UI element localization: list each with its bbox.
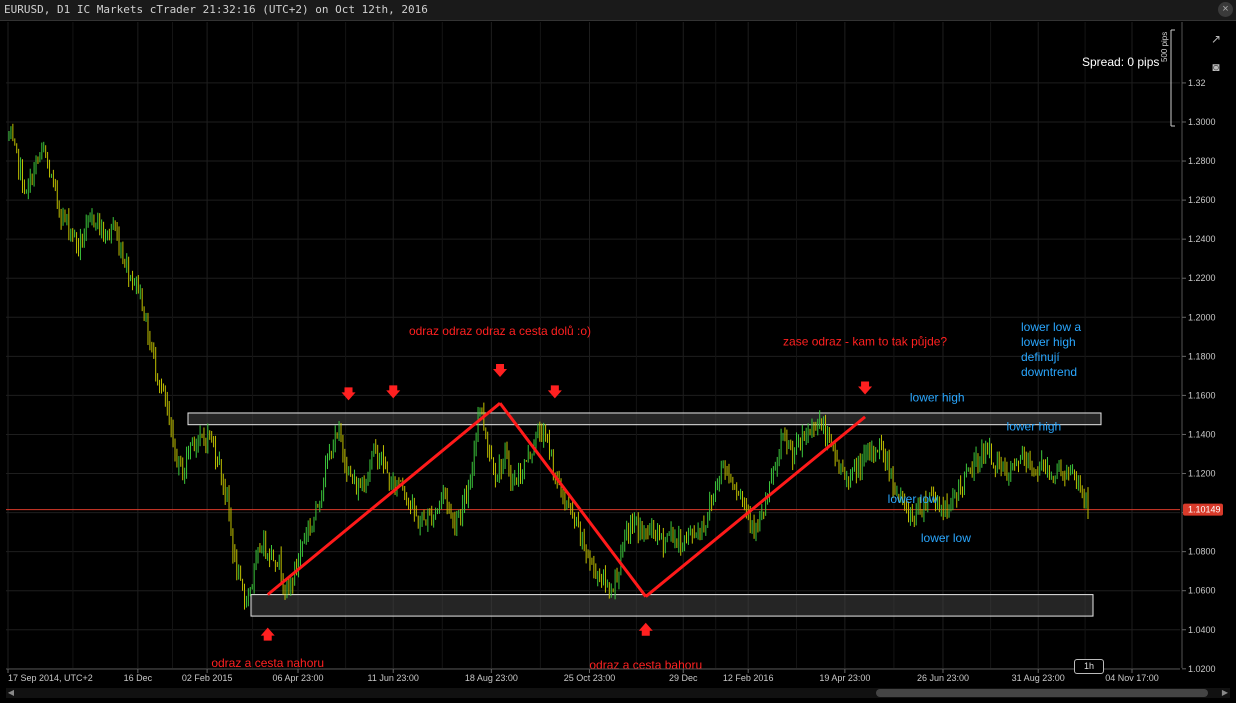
annotation-trend-line: lower high	[1021, 335, 1076, 349]
zones	[6, 412, 1180, 617]
annotation-lower-high-1: lower high	[910, 391, 965, 405]
x-tick-label: 16 Dec	[124, 673, 153, 683]
x-tick-label: 17 Sep 2014, UTC+2	[8, 673, 93, 683]
annotation-trend-line: definují	[1021, 350, 1060, 364]
chart-grid	[6, 22, 1180, 670]
x-tick-label: 11 Jun 23:00	[368, 673, 419, 683]
x-tick-label: 25 Oct 23:00	[564, 673, 616, 683]
zigzag-segment	[266, 402, 501, 596]
up-arrow-icon	[638, 622, 653, 636]
annotation-bottom-mid: odraz a cesta bahoru	[589, 658, 702, 672]
y-tick-label: 1.2000	[1188, 312, 1216, 322]
annotation-trend-line: downtrend	[1021, 365, 1077, 379]
y-tick-label: 1.2200	[1188, 273, 1216, 283]
y-tick-label: 1.1400	[1188, 429, 1216, 439]
y-tick-label: 1.2600	[1188, 195, 1216, 205]
y-tick-label: 1.1800	[1188, 351, 1216, 361]
y-tick-label: 1.0800	[1188, 547, 1216, 557]
pips-scale-label: 500 pips	[1160, 31, 1169, 62]
annotations: odraz odraz odraz a cesta dolů :o) zase o…	[211, 320, 1081, 672]
zigzag-lines	[266, 402, 867, 598]
down-arrow-icon	[493, 363, 508, 377]
down-arrow-icon	[386, 385, 401, 399]
support-zone	[250, 594, 1094, 617]
expand-icon[interactable]: ↗	[1207, 30, 1225, 48]
price-chart[interactable]: odraz odraz odraz a cesta dolů :o) zase o…	[0, 0, 1236, 703]
y-tick-label: 1.1200	[1188, 469, 1216, 479]
resistance-zone	[187, 412, 1102, 426]
pips-scale-bracket	[1170, 29, 1175, 127]
price-axis: 1.32 1.3000 1.2800 1.2600 1.2400 1.2200 1.2000…	[1170, 22, 1223, 674]
x-tick-label: 18 Aug 23:00	[465, 673, 518, 683]
annotation-trend-line: lower low a	[1021, 320, 1081, 334]
annotation-lower-low-2: lower low	[921, 531, 971, 545]
scrollbar-thumb[interactable]	[876, 689, 1208, 697]
down-arrow-icon	[341, 387, 356, 401]
annotation-lower-high-2: lower high	[1007, 420, 1062, 434]
x-tick-label: 06 Apr 23:00	[272, 673, 323, 683]
y-tick-label: 1.2400	[1188, 234, 1216, 244]
camera-icon[interactable]: ◙	[1207, 58, 1225, 76]
x-tick-label: 26 Jun 23:00	[917, 673, 969, 683]
scroll-right-icon[interactable]: ▶	[1220, 688, 1230, 698]
current-price-label: 1.10149	[1188, 505, 1221, 515]
chart-window: EURUSD, D1 IC Markets cTrader 21:32:16 (…	[0, 0, 1236, 703]
x-tick-label: 02 Feb 2015	[182, 673, 233, 683]
scroll-left-icon[interactable]: ◀	[6, 688, 16, 698]
x-tick-label: 04 Nov 17:00	[1105, 673, 1159, 683]
y-tick-label: 1.0400	[1188, 625, 1216, 635]
zigzag-segment	[644, 415, 867, 598]
zigzag-segment	[498, 402, 647, 598]
annotation-top-right: zase odraz - kam to tak půjde?	[783, 335, 947, 349]
y-tick-label: 1.0200	[1188, 664, 1216, 674]
annotation-lower-low-1: lower low	[888, 492, 938, 506]
y-tick-label: 1.0600	[1188, 586, 1216, 596]
annotation-bottom-left: odraz a cesta nahoru	[211, 656, 324, 670]
y-tick-label: 1.2800	[1188, 156, 1216, 166]
down-arrow-icon	[858, 381, 873, 395]
y-tick-label: 1.3000	[1188, 117, 1216, 127]
y-tick-label: 1.1600	[1188, 390, 1216, 400]
spread-label: Spread: 0 pips	[1082, 55, 1160, 69]
annotation-top-left: odraz odraz odraz a cesta dolů :o)	[409, 324, 591, 338]
x-tick-label: 12 Feb 2016	[723, 673, 774, 683]
horizontal-scrollbar[interactable]: ◀ ▶	[6, 688, 1230, 698]
x-tick-label: 29 Dec	[669, 673, 698, 683]
timeframe-badge[interactable]: 1h	[1074, 659, 1104, 674]
down-arrow-icon	[547, 385, 562, 399]
x-tick-label: 31 Aug 23:00	[1012, 673, 1065, 683]
x-tick-label: 19 Apr 23:00	[819, 673, 870, 683]
y-tick-label: 1.32	[1188, 78, 1206, 88]
